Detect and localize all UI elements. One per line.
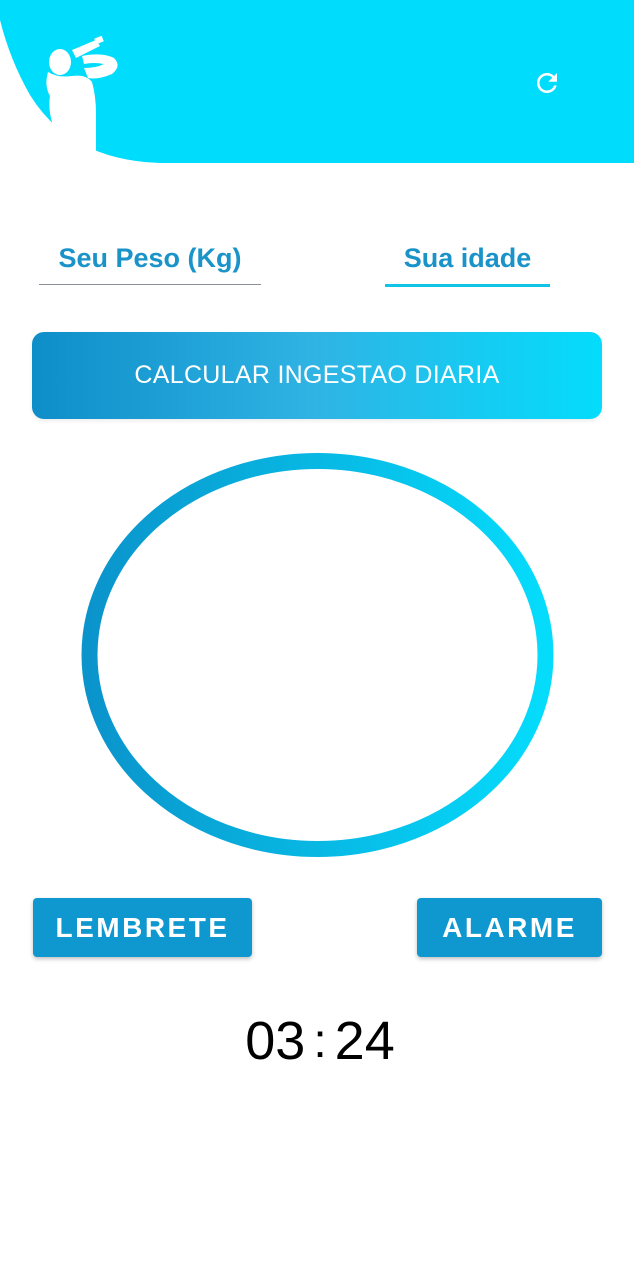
reminder-button[interactable]: LEMBRETE [33, 898, 252, 957]
timer-minutes: 24 [334, 1011, 395, 1071]
calculate-button[interactable]: CALCULAR INGESTAO DIARIA [32, 332, 602, 419]
refresh-icon [537, 73, 557, 93]
age-input[interactable]: Sua idade [385, 232, 550, 287]
weight-input[interactable]: Seu Peso (Kg) [39, 232, 261, 285]
app-screen: Seu Peso (Kg) Sua idade CALCULAR INGESTA… [0, 0, 634, 1280]
intake-progress-ring [81, 453, 554, 857]
timer-hours: 03 [245, 1011, 306, 1071]
timer-separator: : [313, 1014, 327, 1068]
weight-input-placeholder: Seu Peso (Kg) [58, 242, 242, 273]
refresh-button[interactable] [528, 64, 566, 102]
calculate-button-label: CALCULAR INGESTAO DIARIA [134, 361, 500, 389]
age-input-placeholder: Sua idade [403, 242, 532, 273]
person-drinking-icon [46, 35, 118, 154]
alarm-button[interactable]: ALARME [417, 898, 602, 957]
reminder-button-label: LEMBRETE [55, 911, 230, 943]
alarm-button-label: ALARME [442, 911, 577, 943]
timer-display[interactable]: 03 : 24 [200, 1006, 440, 1076]
